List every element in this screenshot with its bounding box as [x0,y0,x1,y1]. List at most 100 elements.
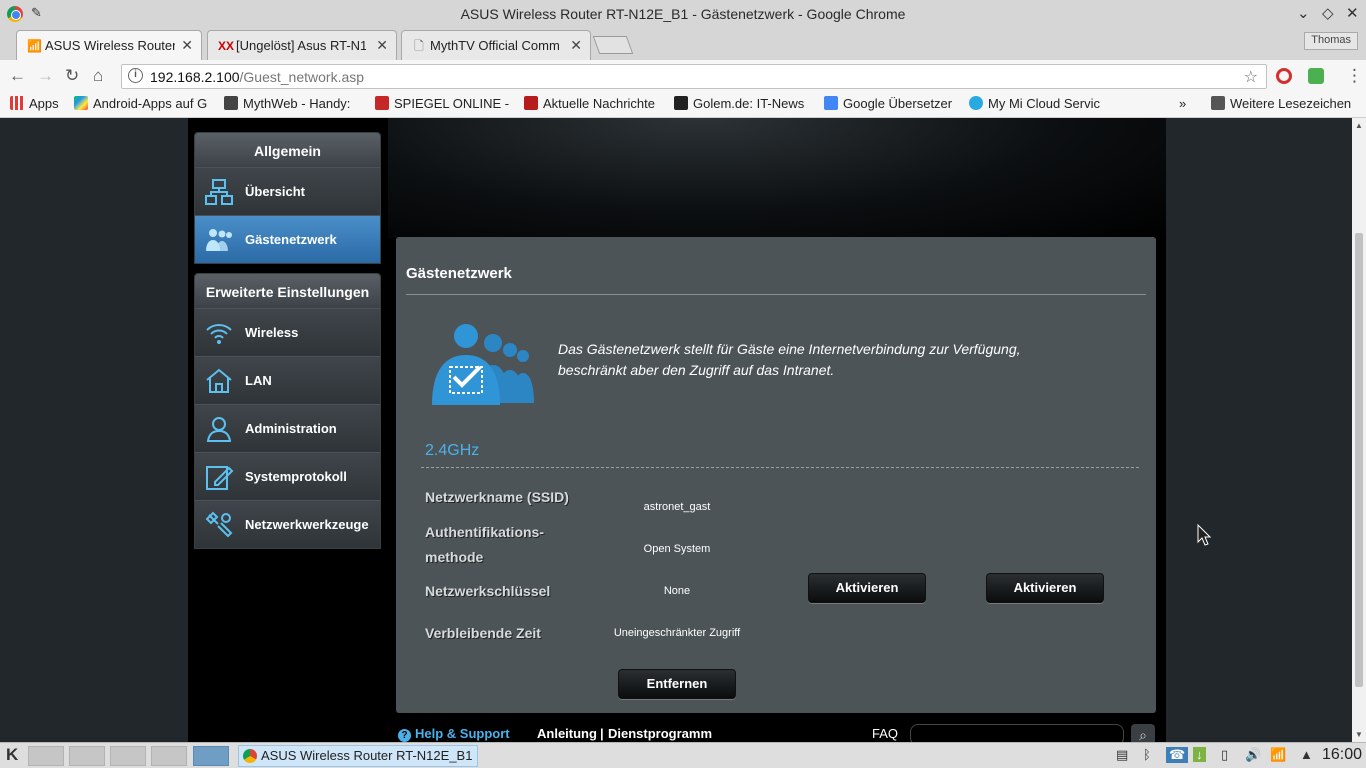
home-icon[interactable]: ⌂ [93,66,103,86]
opera-extension-icon[interactable] [1276,68,1292,84]
close-window-icon[interactable]: ✕ [1346,4,1359,22]
wifi-icon: 📶 [27,39,42,53]
maximize-icon[interactable]: ◇ [1322,4,1334,22]
page-title: Gästenetzwerk [406,265,512,282]
desktop-4[interactable] [151,746,187,766]
bluetooth-icon[interactable]: ᛒ [1143,747,1151,762]
minimize-icon[interactable]: ⌄ [1297,4,1310,22]
scrollbar-thumb[interactable] [1355,233,1363,687]
wifi-tray-icon[interactable]: 📶 [1270,747,1286,763]
tab-strip: 📶 ASUS Wireless Router ✕ XX [Ungelöst] A… [0,28,1366,60]
tab-mythtv[interactable]: 🗋 MythTV Official Comm ✕ [401,30,591,60]
desktop-5[interactable] [193,746,229,766]
bookmark-micloud[interactable]: My Mi Cloud Servic [969,96,1109,111]
reload-icon[interactable]: ↻ [65,66,79,86]
desktop-2[interactable] [69,746,105,766]
menu-item-network-tools[interactable]: Netzwerkwerkzeuge [195,500,380,548]
bookmarks-more-button[interactable]: » [1179,96,1186,111]
taskbar-app-label: ASUS Wireless Router RT-N12E_B1 [261,748,473,763]
auth-method-label: Authentifikations-methode [425,524,544,565]
battery-icon[interactable]: ▯ [1221,747,1228,763]
manual-link[interactable]: Anleitung [537,726,597,741]
bookmark-golem[interactable]: Golem.de: IT-News [674,96,810,111]
menu-item-label: Übersicht [245,184,305,199]
bookmark-play[interactable]: Android-Apps auf G [74,96,210,111]
menu-item-overview[interactable]: Übersicht [195,167,380,215]
general-menu: Allgemein Übersicht Gästenetzwerk [194,132,381,264]
bookmark-news[interactable]: Aktuelle Nachrichte [524,96,662,111]
menu-kebab-icon[interactable]: ⋮ [1346,66,1363,86]
bookmark-apps[interactable]: Apps [10,96,66,111]
bookmark-star-icon[interactable]: ☆ [1244,67,1258,87]
phone-icon[interactable]: ☎ [1166,747,1189,763]
general-menu-header: Allgemein [195,133,380,167]
taskbar-app-chrome[interactable]: ASUS Wireless Router RT-N12E_B1 [238,745,478,767]
remove-button[interactable]: Entfernen [618,669,736,699]
new-tab-button[interactable] [592,36,634,54]
home-icon [206,368,232,393]
menu-item-guest-network[interactable]: Gästenetzwerk [195,215,380,263]
clock: 16:00 [1321,746,1362,763]
back-icon[interactable]: ← [9,66,26,86]
ghostery-extension-icon[interactable] [1308,68,1324,84]
bookmark-label: Golem.de: IT-News [693,96,805,111]
guest-network-description: Das Gästenetzwerk stellt für Gäste eine … [558,341,1021,378]
menu-item-administration[interactable]: Administration [195,404,380,452]
hero-background [388,118,1166,238]
utility-link[interactable]: Dienstprogramm [608,726,712,741]
faq-search-input[interactable] [910,724,1124,742]
bookmark-label: Google Übersetzer [843,96,953,111]
bookmark-translate[interactable]: Google Übersetzer [824,96,960,111]
advanced-menu: Erweiterte Einstellungen Wireless LAN Ad… [194,273,381,549]
scroll-down-icon[interactable]: ▼ [1355,730,1363,739]
url-host: 192.168.2.100 [150,69,240,85]
profile-button[interactable]: Thomas [1304,32,1358,50]
tab-label: ASUS Wireless Router [45,38,175,53]
kde-launcher-icon[interactable]: K [6,745,18,765]
address-bar[interactable]: i 192.168.2.100/Guest_network.asp ☆ [121,64,1267,89]
guest-users-icon [206,229,232,251]
faq-label: FAQ [872,726,899,741]
ssid-value: astronet_gast [643,501,711,513]
tab-asus-router[interactable]: 📶 ASUS Wireless Router ✕ [16,30,202,60]
translate-icon [824,96,838,110]
tab-forum[interactable]: XX [Ungelöst] Asus RT-N1 ✕ [207,30,397,60]
remaining-time-value: Uneingeschränkter Zugriff [613,627,741,639]
mythweb-icon [224,96,238,110]
spiegel-icon [375,96,389,110]
updates-icon[interactable]: ↓ [1193,747,1206,762]
volume-icon[interactable]: 🔊 [1245,747,1261,763]
scroll-up-icon[interactable]: ▲ [1355,121,1363,130]
page-scrollbar[interactable]: ▲ ▼ [1352,118,1366,742]
desktop-1[interactable] [28,746,64,766]
bookmark-mythweb[interactable]: MythWeb - Handy: [224,96,358,111]
window-title-bar: ✎ ASUS Wireless Router RT-N12E_B1 - Gäst… [0,0,1366,28]
chrome-icon [243,749,257,763]
wifi-icon [206,324,232,344]
band-divider [421,467,1139,468]
log-edit-icon [206,466,234,490]
bookmarks-bar: Apps Android-Apps auf G MythWeb - Handy:… [0,92,1366,118]
band-label: 2.4GHz [425,442,480,459]
menu-item-syslog[interactable]: Systemprotokoll [195,452,380,500]
tray-expand-icon[interactable]: ▲ [1300,747,1313,762]
help-support-link[interactable]: ? Help & Support [398,726,510,742]
ssid-label: Netzwerkname (SSID) [425,489,569,505]
bookmarks-folder[interactable]: Weitere Lesezeichen [1211,96,1351,111]
tab-close-icon[interactable]: ✕ [376,37,388,54]
enable-button-1[interactable]: Aktivieren [808,573,926,603]
tab-close-icon[interactable]: ✕ [570,37,582,54]
search-icon[interactable]: ⌕ [1131,724,1155,742]
footer-separator: | [600,726,604,741]
bookmark-label: Weitere Lesezeichen [1230,96,1352,111]
menu-item-label: Wireless [245,325,299,340]
info-icon[interactable]: i [128,68,143,83]
menu-item-lan[interactable]: LAN [195,356,380,404]
menu-item-wireless[interactable]: Wireless [195,308,380,356]
forward-icon[interactable]: → [37,66,54,86]
tab-close-icon[interactable]: ✕ [181,37,193,54]
desktop-3[interactable] [110,746,146,766]
enable-button-2[interactable]: Aktivieren [986,573,1104,603]
bookmark-spiegel[interactable]: SPIEGEL ONLINE - N [375,96,511,111]
clipboard-icon[interactable]: ▤ [1116,747,1128,763]
